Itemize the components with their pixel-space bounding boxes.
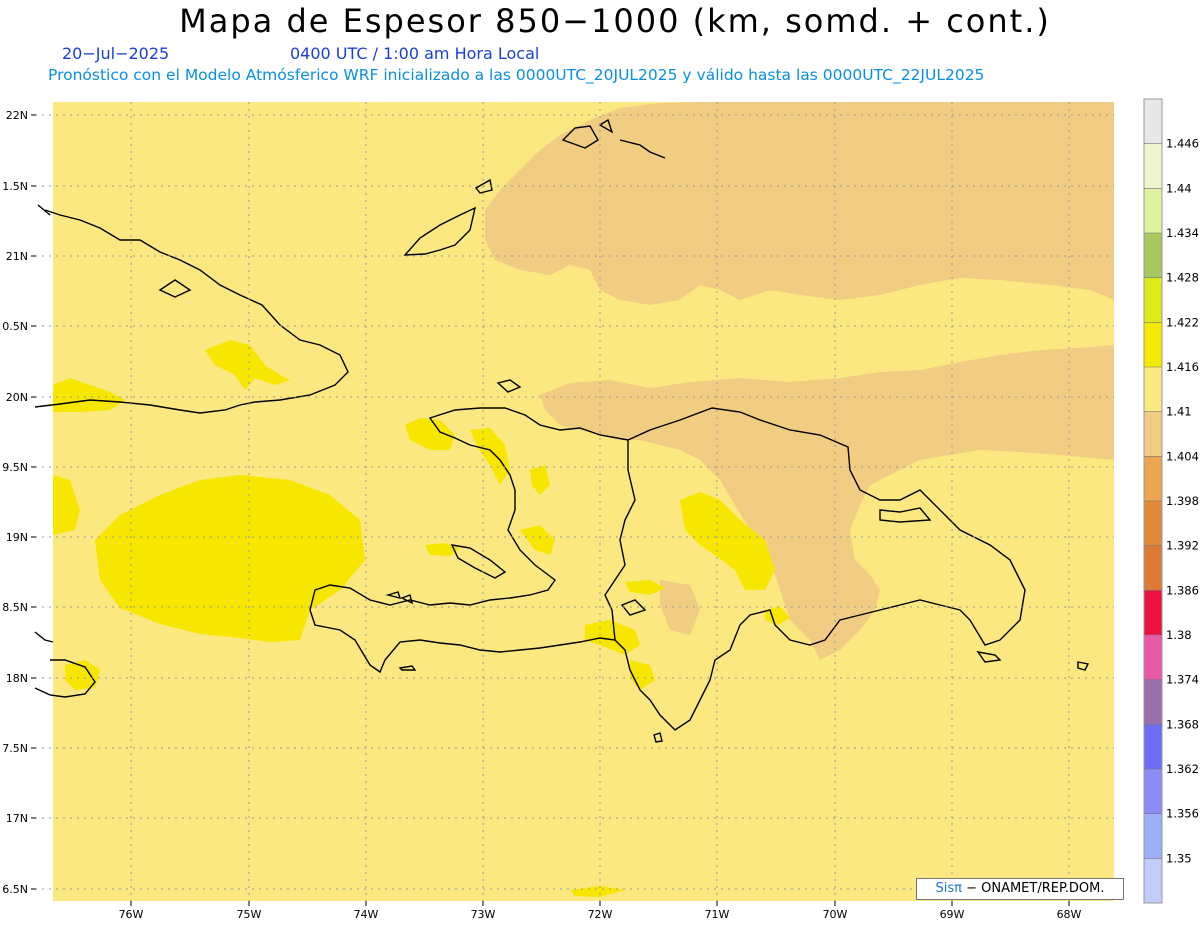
colorbar-swatch bbox=[1144, 501, 1162, 547]
lon-label: 74W bbox=[354, 908, 379, 921]
lon-label: 71W bbox=[705, 908, 730, 921]
colorbar-swatch bbox=[1144, 233, 1162, 279]
credit-text: − ONAMET/REP.DOM. bbox=[966, 881, 1105, 896]
lon-label: 75W bbox=[237, 908, 262, 921]
thickness-map: 22N 1.5N 21N 0.5N 20N 9.5N 19N 8.5N 18N … bbox=[2, 98, 1199, 921]
lat-label: 7.5N bbox=[2, 742, 28, 755]
lat-label: 9.5N bbox=[2, 461, 28, 474]
lon-label: 69W bbox=[940, 908, 965, 921]
lat-label: 20N bbox=[6, 391, 28, 404]
colorbar-label: 1.446 bbox=[1166, 137, 1199, 151]
colorbar-label: 1.362 bbox=[1166, 762, 1199, 776]
colorbar-swatch bbox=[1144, 590, 1162, 636]
colorbar-swatch bbox=[1144, 188, 1162, 234]
colorbar-label: 1.368 bbox=[1166, 717, 1199, 731]
colorbar-swatch bbox=[1144, 367, 1162, 413]
lat-label: 1.5N bbox=[2, 180, 28, 193]
colorbar-swatch bbox=[1144, 411, 1162, 457]
colorbar-label: 1.398 bbox=[1166, 494, 1199, 508]
colorbar-label: 1.38 bbox=[1166, 628, 1192, 642]
colorbar-label: 1.356 bbox=[1166, 807, 1199, 821]
colorbar-label: 1.428 bbox=[1166, 271, 1199, 285]
colorbar-label: 1.374 bbox=[1166, 673, 1199, 687]
lat-label: 17N bbox=[6, 812, 28, 825]
colorbar-label: 1.422 bbox=[1166, 315, 1199, 329]
colorbar-label: 1.392 bbox=[1166, 539, 1199, 553]
lon-label: 73W bbox=[471, 908, 496, 921]
latitude-labels: 22N 1.5N 21N 0.5N 20N 9.5N 19N 8.5N 18N … bbox=[2, 109, 28, 896]
colorbar-swatch bbox=[1144, 679, 1162, 725]
credit-brand: Sisπ bbox=[935, 881, 962, 896]
lat-label: 0.5N bbox=[2, 320, 28, 333]
colorbar-swatch bbox=[1144, 456, 1162, 502]
lon-label: 68W bbox=[1057, 908, 1082, 921]
colorbar-swatch bbox=[1144, 277, 1162, 323]
colorbar-label: 1.434 bbox=[1166, 226, 1199, 240]
colorbar-label: 1.404 bbox=[1166, 449, 1199, 463]
colorbar-label: 1.44 bbox=[1166, 181, 1192, 195]
lat-label: 18N bbox=[6, 672, 28, 685]
colorbar-swatch bbox=[1144, 545, 1162, 591]
colorbar-swatch bbox=[1144, 322, 1162, 368]
lon-label: 76W bbox=[119, 908, 144, 921]
colorbar-swatch bbox=[1144, 99, 1162, 145]
colorbar-swatch bbox=[1144, 858, 1162, 904]
lat-label: 8.5N bbox=[2, 601, 28, 614]
colorbar-label: 1.41 bbox=[1166, 405, 1192, 419]
colorbar-label: 1.386 bbox=[1166, 583, 1199, 597]
colorbar-swatch bbox=[1144, 813, 1162, 859]
colorbar-label: 1.35 bbox=[1166, 851, 1192, 865]
longitude-labels: 76W 75W 74W 73W 72W 71W 70W 69W 68W bbox=[119, 908, 1082, 921]
lon-label: 72W bbox=[588, 908, 613, 921]
colorbar-label: 1.416 bbox=[1166, 360, 1199, 374]
colorbar: 1.446 1.44 1.434 1.428 1.422 1.416 1.41 1.404 1.… bbox=[1143, 98, 1199, 904]
lat-label: 6.5N bbox=[2, 883, 28, 896]
colorbar-swatch bbox=[1144, 635, 1162, 681]
credit-box: Sisπ − ONAMET/REP.DOM. bbox=[916, 878, 1124, 900]
lon-label: 70W bbox=[823, 908, 848, 921]
lat-label: 21N bbox=[6, 250, 28, 263]
colorbar-swatch bbox=[1144, 143, 1162, 189]
lat-label: 19N bbox=[6, 531, 28, 544]
colorbar-swatch bbox=[1144, 769, 1162, 815]
colorbar-swatch bbox=[1144, 724, 1162, 770]
lat-label: 22N bbox=[6, 109, 28, 122]
